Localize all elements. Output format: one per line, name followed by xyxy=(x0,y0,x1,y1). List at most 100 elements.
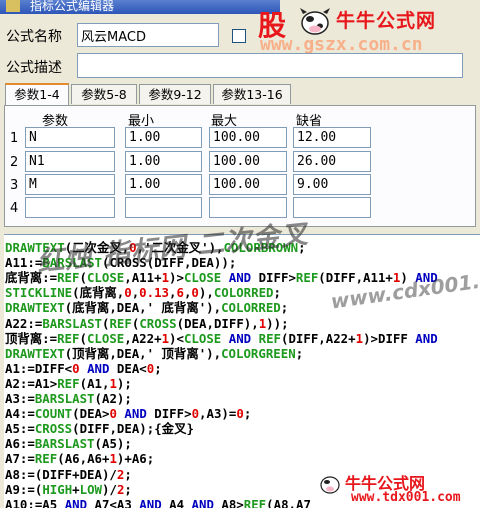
tab-params-5-8[interactable]: 参数5-8 xyxy=(71,84,137,104)
code-token: )< xyxy=(169,330,184,346)
param-name-field[interactable]: N1 xyxy=(25,151,115,172)
code-token: )); xyxy=(266,315,289,331)
watermark-bottom: 牛牛公式网 www.tdx001.com xyxy=(315,470,480,507)
param-max-field[interactable]: 100.00 xyxy=(209,151,287,172)
code-token: REF xyxy=(109,315,132,331)
code-token: 1 xyxy=(355,330,364,346)
code-token: CROSS xyxy=(34,421,73,437)
code-token: (A8,A7 xyxy=(266,496,311,508)
code-token: A10:=A5 xyxy=(5,496,65,508)
code-token: ,A3)= xyxy=(199,406,237,422)
code-token: COLORRED xyxy=(213,285,274,301)
code-token: REF xyxy=(57,375,80,391)
code-token: A9:=( xyxy=(5,481,43,497)
code-token: AND xyxy=(228,270,252,286)
param-min-field[interactable]: 1.00 xyxy=(125,127,202,148)
param-default-field[interactable]: 9.00 xyxy=(293,174,371,195)
param-max-field[interactable]: 100.00 xyxy=(209,127,287,148)
row-number: 4 xyxy=(10,201,19,216)
param-name-field[interactable] xyxy=(25,197,115,218)
code-token: (A5); xyxy=(94,436,132,452)
code-token: DIFF> xyxy=(146,406,192,422)
code-token: (DIFF,DEA);{金叉} xyxy=(72,421,194,437)
code-token: ( xyxy=(79,330,87,346)
code-token: 0 xyxy=(191,285,199,301)
code-token: 0 xyxy=(124,285,132,301)
tab-params-9-12[interactable]: 参数9-12 xyxy=(139,84,211,104)
param-name-field[interactable]: N xyxy=(25,127,115,148)
code-token: COLORRED xyxy=(221,300,281,316)
code-token: COUNT xyxy=(34,406,73,422)
param-max-field[interactable]: 100.00 xyxy=(209,174,287,195)
code-token: REF xyxy=(258,330,281,346)
code-token: (底背离, xyxy=(72,285,125,301)
code-token: AND xyxy=(228,330,252,346)
param-min-field[interactable]: 1.00 xyxy=(125,174,202,195)
code-token: A8:=(DIFF+DEA)/ xyxy=(5,466,117,482)
code-token: BARSLAST xyxy=(34,391,95,406)
code-token: A5:= xyxy=(5,421,35,437)
param-min-field[interactable]: 1.00 xyxy=(125,151,202,172)
window-title: 指标公式编辑器 xyxy=(30,0,115,13)
code-token: ), xyxy=(198,285,214,301)
code-token: AND xyxy=(64,496,88,508)
code-token: ; xyxy=(124,466,132,482)
code-token: 6 xyxy=(176,285,184,301)
code-token: 0.13 xyxy=(139,285,170,301)
code-token: DEA< xyxy=(109,360,147,376)
code-token: (DEA,DIFF), xyxy=(176,315,259,331)
code-token: (底背离,DEA,' 底背离'), xyxy=(64,300,222,316)
code-token: DIFF> xyxy=(251,270,296,286)
code-token: 0 xyxy=(191,406,200,422)
tab-params-1-4[interactable]: 参数1-4 xyxy=(5,83,69,105)
code-token: AND xyxy=(191,496,214,508)
tab-params-13-16[interactable]: 参数13-16 xyxy=(213,84,291,104)
code-token: A7:= xyxy=(5,451,35,467)
code-token: AND xyxy=(415,330,438,346)
title-bar: 指标公式编辑器 xyxy=(0,0,280,14)
row-number: 1 xyxy=(10,131,19,146)
code-token: ; xyxy=(295,345,304,361)
code-token: CLOSE xyxy=(86,330,125,346)
code-token: REF xyxy=(34,451,58,467)
code-token: A2:=A1> xyxy=(5,375,58,391)
code-token: ; xyxy=(124,481,132,497)
code-token: 0 xyxy=(72,360,80,376)
code-token: )+A6; xyxy=(116,451,155,467)
code-token: STICKLINE xyxy=(5,285,73,301)
code-token: 0 xyxy=(236,406,244,422)
code-token: 1 xyxy=(161,330,170,346)
code-token: 0 xyxy=(109,406,117,422)
row-number: 2 xyxy=(10,155,19,170)
formula-checkbox[interactable] xyxy=(232,29,246,43)
code-token: A8> xyxy=(213,496,244,508)
param-name-field[interactable]: M xyxy=(25,174,115,195)
watermark-bottom-url: www.tdx001.com xyxy=(351,490,461,505)
code-token: CROSS xyxy=(139,315,177,331)
formula-name-input[interactable]: 风云MACD xyxy=(77,23,219,47)
code-token: ; xyxy=(273,285,281,301)
code-token: REF xyxy=(295,270,319,286)
code-token: A4:= xyxy=(5,406,35,422)
param-default-field[interactable]: 12.00 xyxy=(293,127,371,148)
code-token: BARSLAST xyxy=(42,315,102,331)
code-token: A6:= xyxy=(5,436,35,452)
code-token: DRAWTEXT xyxy=(5,345,65,361)
code-token: AND xyxy=(87,360,110,376)
code-token: REF xyxy=(57,330,80,346)
code-token: ,A11+ xyxy=(124,270,162,286)
code-token: )/ xyxy=(102,481,117,497)
code-token: AND xyxy=(124,406,147,422)
code-token: REF xyxy=(243,496,267,508)
code-token: CLOSE xyxy=(183,270,222,286)
formula-desc-input[interactable] xyxy=(77,53,463,78)
code-token: DRAWTEXT xyxy=(5,300,65,316)
watermark-top: 股 牛牛公式网 www.gszx.com.cn xyxy=(258,2,480,55)
param-default-field[interactable]: 26.00 xyxy=(293,151,371,172)
param-min-field[interactable] xyxy=(125,197,202,218)
code-token: (DEA> xyxy=(72,406,110,422)
